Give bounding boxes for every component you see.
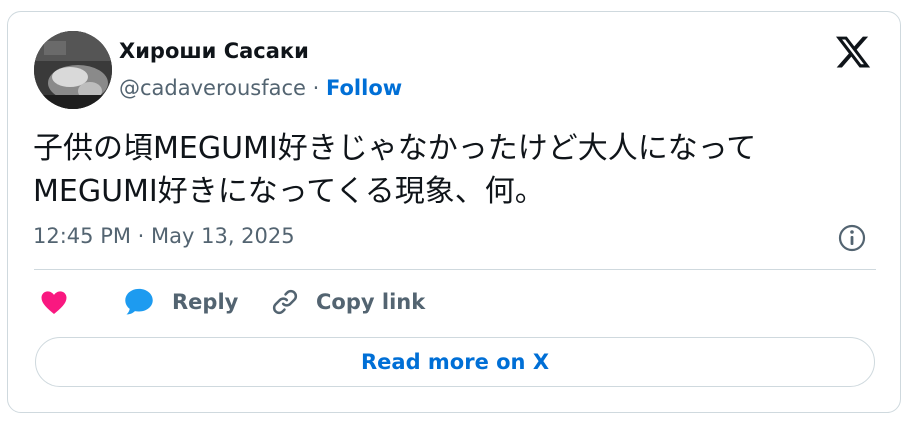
tweet-text-line: 子供の頃MEGUMI好きじゃなかったけど大人になって: [33, 131, 757, 166]
avatar-image: [34, 31, 112, 109]
follow-button[interactable]: Follow: [326, 76, 402, 100]
x-logo-icon[interactable]: [834, 33, 872, 71]
speech-bubble-icon: [125, 288, 153, 315]
tweet-text: 子供の頃MEGUMI好きじゃなかったけど大人になって MEGUMI好きになってく…: [33, 127, 878, 213]
tweet-card: Хироши Сасаки @cadaverousface · Follow 子…: [7, 11, 901, 413]
heart-icon: [41, 291, 67, 314]
separator-dot: ·: [305, 76, 326, 100]
tweet-timestamp[interactable]: 12:45 PM · May 13, 2025: [33, 224, 295, 248]
author-handle[interactable]: @cadaverousface: [119, 76, 306, 100]
info-icon[interactable]: [837, 223, 867, 253]
copy-link-button[interactable]: Copy link: [270, 282, 425, 322]
avatar[interactable]: [34, 31, 112, 109]
author-display-name[interactable]: Хироши Сасаки: [119, 39, 309, 63]
tweet-text-line: MEGUMI好きになってくる現象、何。: [33, 174, 545, 209]
copy-link-label: Copy link: [316, 290, 426, 314]
reply-label: Reply: [172, 290, 239, 314]
author-handle-row: @cadaverousface · Follow: [119, 76, 402, 100]
link-icon: [272, 289, 298, 315]
action-bar: Reply Copy link: [8, 282, 900, 322]
read-more-button[interactable]: Read more on X: [35, 337, 875, 387]
like-button[interactable]: [39, 282, 69, 322]
divider: [34, 269, 876, 270]
reply-button[interactable]: Reply: [122, 282, 238, 322]
